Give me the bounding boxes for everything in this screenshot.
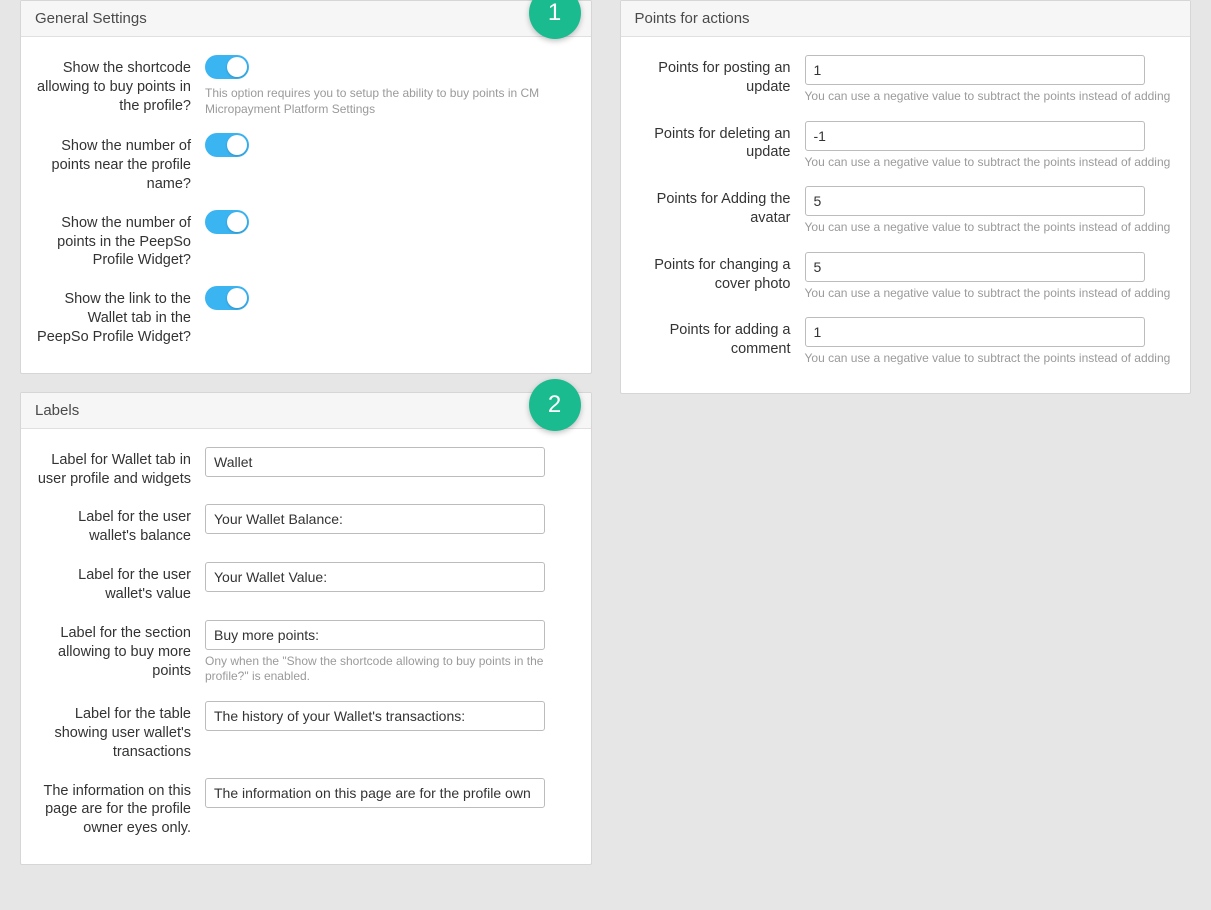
points-label: Points for Adding the avatar bbox=[635, 186, 805, 228]
label-caption: Label for the table showing user wallet'… bbox=[35, 701, 205, 762]
setting-label: Show the shortcode allowing to buy point… bbox=[35, 55, 205, 116]
points-help: You can use a negative value to subtract… bbox=[805, 155, 1177, 171]
points-row: Points for Adding the avatar You can use… bbox=[635, 178, 1177, 244]
setting-label: Show the number of points near the profi… bbox=[35, 133, 205, 194]
points-label: Points for changing a cover photo bbox=[635, 252, 805, 294]
setting-row: Show the number of points near the profi… bbox=[35, 125, 577, 202]
label-caption: Label for the user wallet's value bbox=[35, 562, 205, 604]
label-caption: The information on this page are for the… bbox=[35, 778, 205, 839]
points-row: Points for posting an update You can use… bbox=[635, 47, 1177, 113]
input-points-delete-update[interactable] bbox=[805, 121, 1145, 151]
points-label: Points for adding a comment bbox=[635, 317, 805, 359]
points-help: You can use a negative value to subtract… bbox=[805, 286, 1177, 302]
input-label-owner-info[interactable] bbox=[205, 778, 545, 808]
setting-label: Show the number of points in the PeepSo … bbox=[35, 210, 205, 271]
label-caption: Label for Wallet tab in user profile and… bbox=[35, 447, 205, 489]
points-row: Points for changing a cover photo You ca… bbox=[635, 244, 1177, 310]
label-row: Label for the section allowing to buy mo… bbox=[35, 612, 577, 693]
input-label-wallet-balance[interactable] bbox=[205, 504, 545, 534]
general-settings-title: General Settings bbox=[21, 1, 591, 37]
points-title: Points for actions bbox=[621, 1, 1191, 37]
input-points-cover-photo[interactable] bbox=[805, 252, 1145, 282]
toggle-show-shortcode[interactable] bbox=[205, 55, 249, 79]
input-points-add-comment[interactable] bbox=[805, 317, 1145, 347]
label-row: Label for the user wallet's balance bbox=[35, 496, 577, 554]
points-row: Points for adding a comment You can use … bbox=[635, 309, 1177, 375]
setting-row: Show the number of points in the PeepSo … bbox=[35, 202, 577, 279]
label-caption: Label for the section allowing to buy mo… bbox=[35, 620, 205, 681]
points-help: You can use a negative value to subtract… bbox=[805, 220, 1177, 236]
input-label-transactions-table[interactable] bbox=[205, 701, 545, 731]
label-row: Label for Wallet tab in user profile and… bbox=[35, 439, 577, 497]
points-help: You can use a negative value to subtract… bbox=[805, 351, 1177, 367]
toggle-show-wallet-link[interactable] bbox=[205, 286, 249, 310]
input-label-buy-more-points[interactable] bbox=[205, 620, 545, 650]
label-caption: Label for the user wallet's balance bbox=[35, 504, 205, 546]
annotation-badge-2: 2 bbox=[529, 379, 581, 431]
label-row: The information on this page are for the… bbox=[35, 770, 577, 847]
label-row: Label for the table showing user wallet'… bbox=[35, 693, 577, 770]
input-label-wallet-value[interactable] bbox=[205, 562, 545, 592]
input-label-wallet-tab[interactable] bbox=[205, 447, 545, 477]
input-points-add-avatar[interactable] bbox=[805, 186, 1145, 216]
points-panel: Points for actions Points for posting an… bbox=[620, 0, 1192, 394]
points-help: You can use a negative value to subtract… bbox=[805, 89, 1177, 105]
setting-help: This option requires you to setup the ab… bbox=[205, 86, 577, 117]
general-settings-panel: 1 General Settings Show the shortcode al… bbox=[20, 0, 592, 374]
input-points-post-update[interactable] bbox=[805, 55, 1145, 85]
label-help: Ony when the "Show the shortcode allowin… bbox=[205, 654, 577, 685]
setting-row: Show the link to the Wallet tab in the P… bbox=[35, 278, 577, 355]
setting-row: Show the shortcode allowing to buy point… bbox=[35, 47, 577, 125]
labels-title: Labels bbox=[21, 393, 591, 429]
label-row: Label for the user wallet's value bbox=[35, 554, 577, 612]
toggle-show-points-near-name[interactable] bbox=[205, 133, 249, 157]
toggle-show-points-in-widget[interactable] bbox=[205, 210, 249, 234]
setting-label: Show the link to the Wallet tab in the P… bbox=[35, 286, 205, 347]
points-row: Points for deleting an update You can us… bbox=[635, 113, 1177, 179]
points-label: Points for posting an update bbox=[635, 55, 805, 97]
points-label: Points for deleting an update bbox=[635, 121, 805, 163]
labels-panel: 2 Labels Label for Wallet tab in user pr… bbox=[20, 392, 592, 865]
